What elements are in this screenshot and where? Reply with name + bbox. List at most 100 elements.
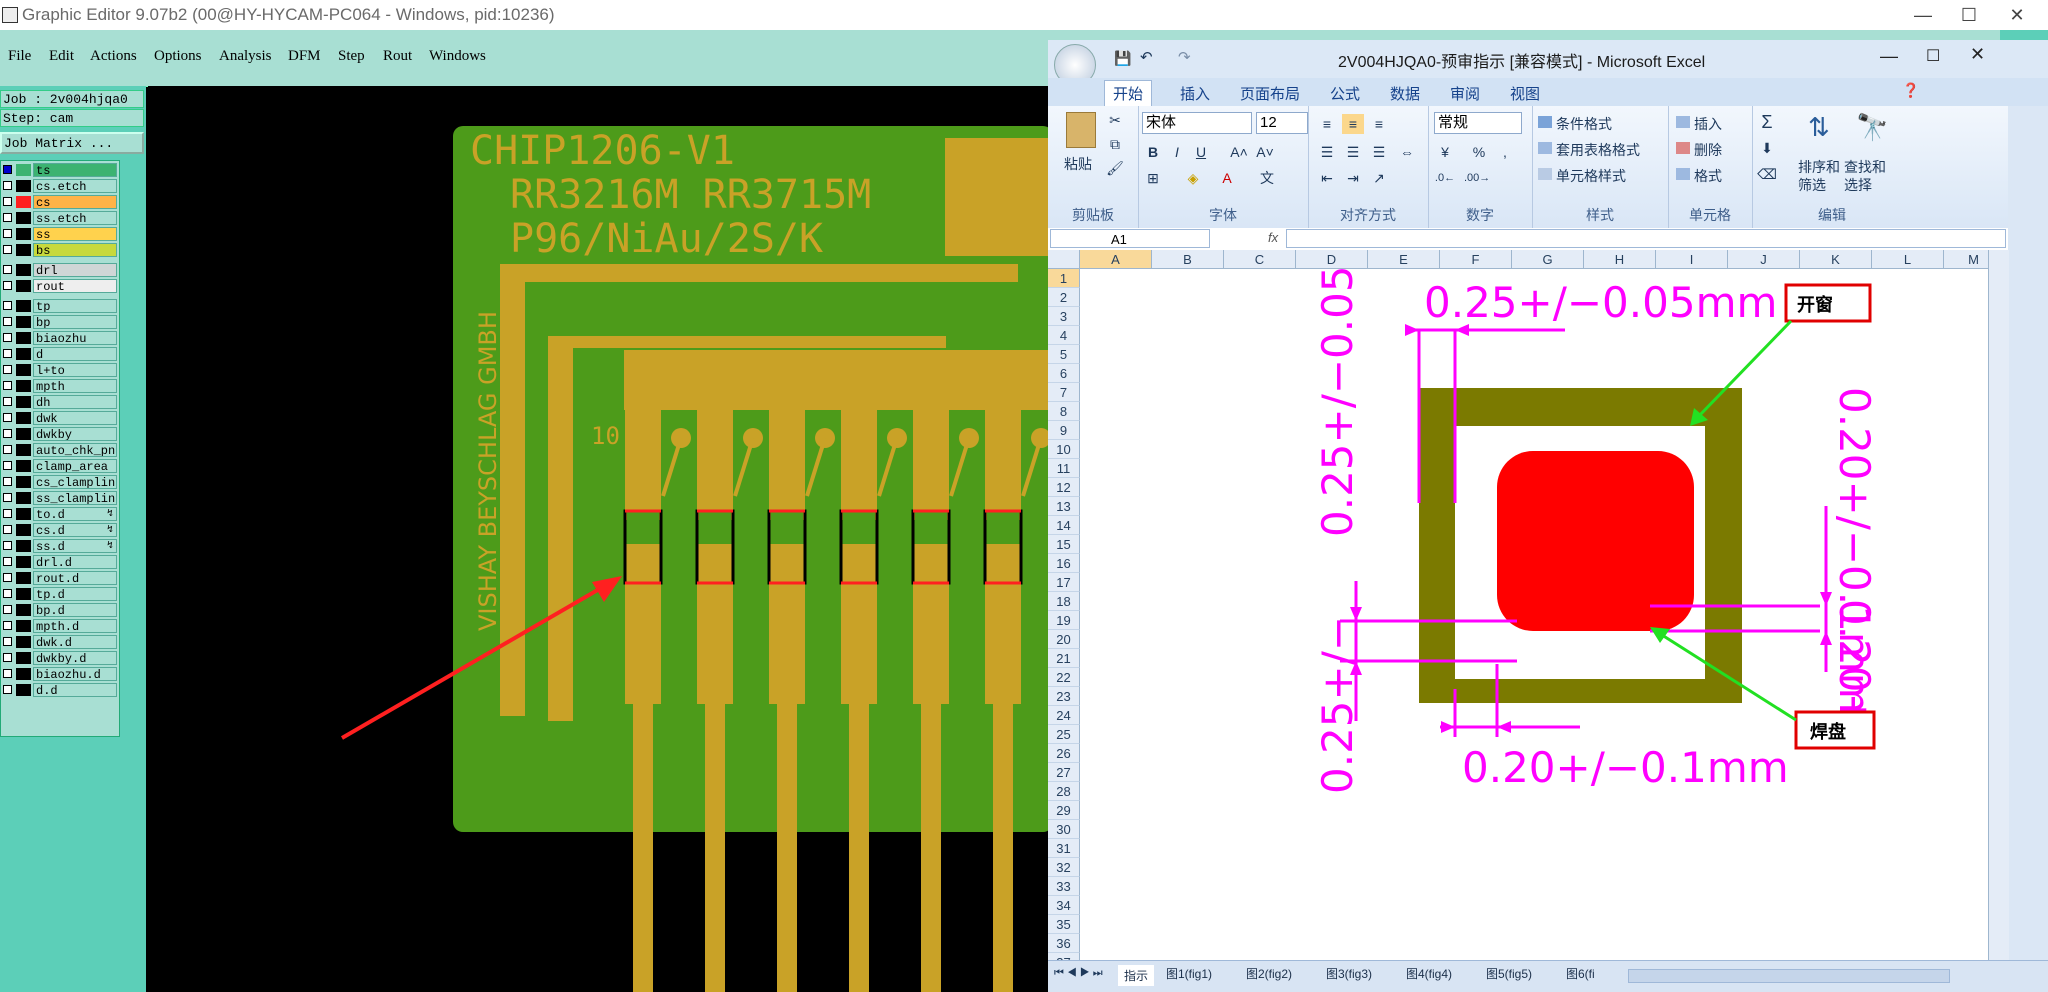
layer-name[interactable]: dh	[33, 395, 117, 409]
percent-icon[interactable]: %	[1468, 142, 1490, 162]
row-header-16[interactable]: 16	[1048, 554, 1080, 573]
menu-analysis[interactable]: Analysis	[219, 48, 272, 65]
layer-row-l+to[interactable]: l+to	[1, 363, 119, 377]
fill-icon[interactable]: ⬇	[1756, 138, 1778, 158]
row-header-23[interactable]: 23	[1048, 687, 1080, 706]
layer-name[interactable]: auto_chk_pn	[33, 443, 117, 457]
layer-checkbox[interactable]	[3, 477, 12, 486]
layer-checkbox[interactable]	[3, 637, 12, 646]
grow-font-icon[interactable]: A˄	[1228, 142, 1250, 162]
row-header-24[interactable]: 24	[1048, 706, 1080, 725]
layer-checkbox[interactable]	[3, 557, 12, 566]
layer-row-tp.d[interactable]: tp.d	[1, 587, 119, 601]
menu-options[interactable]: Options	[154, 48, 202, 65]
layer-row-biaozhu[interactable]: biaozhu	[1, 331, 119, 345]
layer-row-ss.d[interactable]: ss.d ↯	[1, 539, 119, 553]
layer-row-bp[interactable]: bp	[1, 315, 119, 329]
phonetic-icon[interactable]: 文	[1256, 168, 1278, 188]
tab-insert[interactable]: 插入	[1180, 83, 1210, 104]
menu-rout[interactable]: Rout	[383, 48, 412, 65]
excel-maximize-icon[interactable]: ☐	[1926, 46, 1940, 66]
menu-edit[interactable]: Edit	[49, 48, 74, 65]
row-header-21[interactable]: 21	[1048, 649, 1080, 668]
layer-name[interactable]: drl.d	[33, 555, 117, 569]
row-header-19[interactable]: 19	[1048, 611, 1080, 630]
row-header-2[interactable]: 2	[1048, 288, 1080, 307]
row-header-10[interactable]: 10	[1048, 440, 1080, 459]
quick-access-redo-icon[interactable]: ↷	[1178, 48, 1191, 66]
format-cells-button[interactable]: 格式	[1694, 166, 1722, 186]
shrink-font-icon[interactable]: A˅	[1254, 142, 1276, 162]
row-header-31[interactable]: 31	[1048, 839, 1080, 858]
row-header-28[interactable]: 28	[1048, 782, 1080, 801]
column-header-F[interactable]: F	[1440, 250, 1512, 269]
layer-row-d.d[interactable]: d.d	[1, 683, 119, 697]
font-size-combo[interactable]: 12	[1256, 112, 1308, 134]
find-select-button[interactable]: 查找和 选择	[1844, 158, 1886, 194]
row-header-25[interactable]: 25	[1048, 725, 1080, 744]
tab-view[interactable]: 视图	[1510, 83, 1540, 104]
layer-name[interactable]: tp.d	[33, 587, 117, 601]
layer-checkbox[interactable]	[3, 213, 12, 222]
row-header-36[interactable]: 36	[1048, 934, 1080, 953]
layer-checkbox[interactable]	[3, 621, 12, 630]
delete-cells-button[interactable]: 删除	[1694, 140, 1722, 160]
layer-checkbox[interactable]	[3, 349, 12, 358]
layer-checkbox[interactable]	[3, 265, 12, 274]
layer-row-dwk.d[interactable]: dwk.d	[1, 635, 119, 649]
maximize-icon[interactable]: ☐	[1946, 0, 1992, 30]
layer-checkbox[interactable]	[3, 445, 12, 454]
help-icon[interactable]: ❓	[1902, 82, 1919, 99]
layer-name[interactable]: clamp_area	[33, 459, 117, 473]
align-left-icon[interactable]: ☰	[1316, 142, 1338, 162]
row-header-6[interactable]: 6	[1048, 364, 1080, 383]
layer-name[interactable]: dwkby	[33, 427, 117, 441]
merge-icon[interactable]: ⇔	[1396, 142, 1418, 162]
row-header-5[interactable]: 5	[1048, 345, 1080, 364]
row-header-33[interactable]: 33	[1048, 877, 1080, 896]
column-header-I[interactable]: I	[1656, 250, 1728, 269]
conditional-format-button[interactable]: 条件格式	[1556, 114, 1612, 134]
layer-checkbox[interactable]	[3, 589, 12, 598]
layer-name[interactable]: bp.d	[33, 603, 117, 617]
underline-icon[interactable]: U	[1190, 142, 1212, 162]
layer-name[interactable]: mpth	[33, 379, 117, 393]
layer-name[interactable]: to.d ↯	[33, 507, 117, 521]
align-top-icon[interactable]: ≡	[1316, 114, 1338, 134]
layer-checkbox[interactable]	[3, 181, 12, 190]
layer-name[interactable]: bp	[33, 315, 117, 329]
row-header-7[interactable]: 7	[1048, 383, 1080, 402]
layer-row-dh[interactable]: dh	[1, 395, 119, 409]
sheet-tab-0[interactable]: 指示	[1118, 965, 1155, 986]
layer-row-ss_clampline[interactable]: ss_clampline	[1, 491, 119, 505]
layer-checkbox[interactable]	[3, 525, 12, 534]
layer-row-dwkby.d[interactable]: dwkby.d	[1, 651, 119, 665]
column-header-K[interactable]: K	[1800, 250, 1872, 269]
layer-checkbox[interactable]	[3, 669, 12, 678]
layer-row-rout.d[interactable]: rout.d	[1, 571, 119, 585]
sheet-tab-3[interactable]: 图3(fig3)	[1326, 965, 1372, 982]
formula-input[interactable]	[1286, 229, 2006, 248]
layer-name[interactable]: rout.d	[33, 571, 117, 585]
layer-row-rout[interactable]: rout	[1, 279, 119, 293]
bold-icon[interactable]: B	[1142, 142, 1164, 162]
job-matrix-button[interactable]: Job Matrix ...	[0, 132, 144, 154]
layer-row-d[interactable]: d	[1, 347, 119, 361]
layer-name[interactable]: d.d	[33, 683, 117, 697]
layer-row-ss[interactable]: ss	[1, 227, 119, 241]
layer-name[interactable]: biaozhu	[33, 331, 117, 345]
layer-name[interactable]: ss_clampline	[33, 491, 117, 505]
layer-name[interactable]: dwkby.d	[33, 651, 117, 665]
sheet-tab-5[interactable]: 图5(fig5)	[1486, 965, 1532, 982]
tab-data[interactable]: 数据	[1390, 83, 1420, 104]
row-header-22[interactable]: 22	[1048, 668, 1080, 687]
layer-checkbox[interactable]	[3, 573, 12, 582]
row-header-20[interactable]: 20	[1048, 630, 1080, 649]
column-header-D[interactable]: D	[1296, 250, 1368, 269]
layer-name[interactable]: dwk	[33, 411, 117, 425]
row-header-8[interactable]: 8	[1048, 402, 1080, 421]
layer-row-clamp_area[interactable]: clamp_area	[1, 459, 119, 473]
layer-checkbox[interactable]	[3, 317, 12, 326]
layer-checkbox[interactable]	[3, 197, 12, 206]
layer-checkbox[interactable]	[3, 165, 12, 174]
